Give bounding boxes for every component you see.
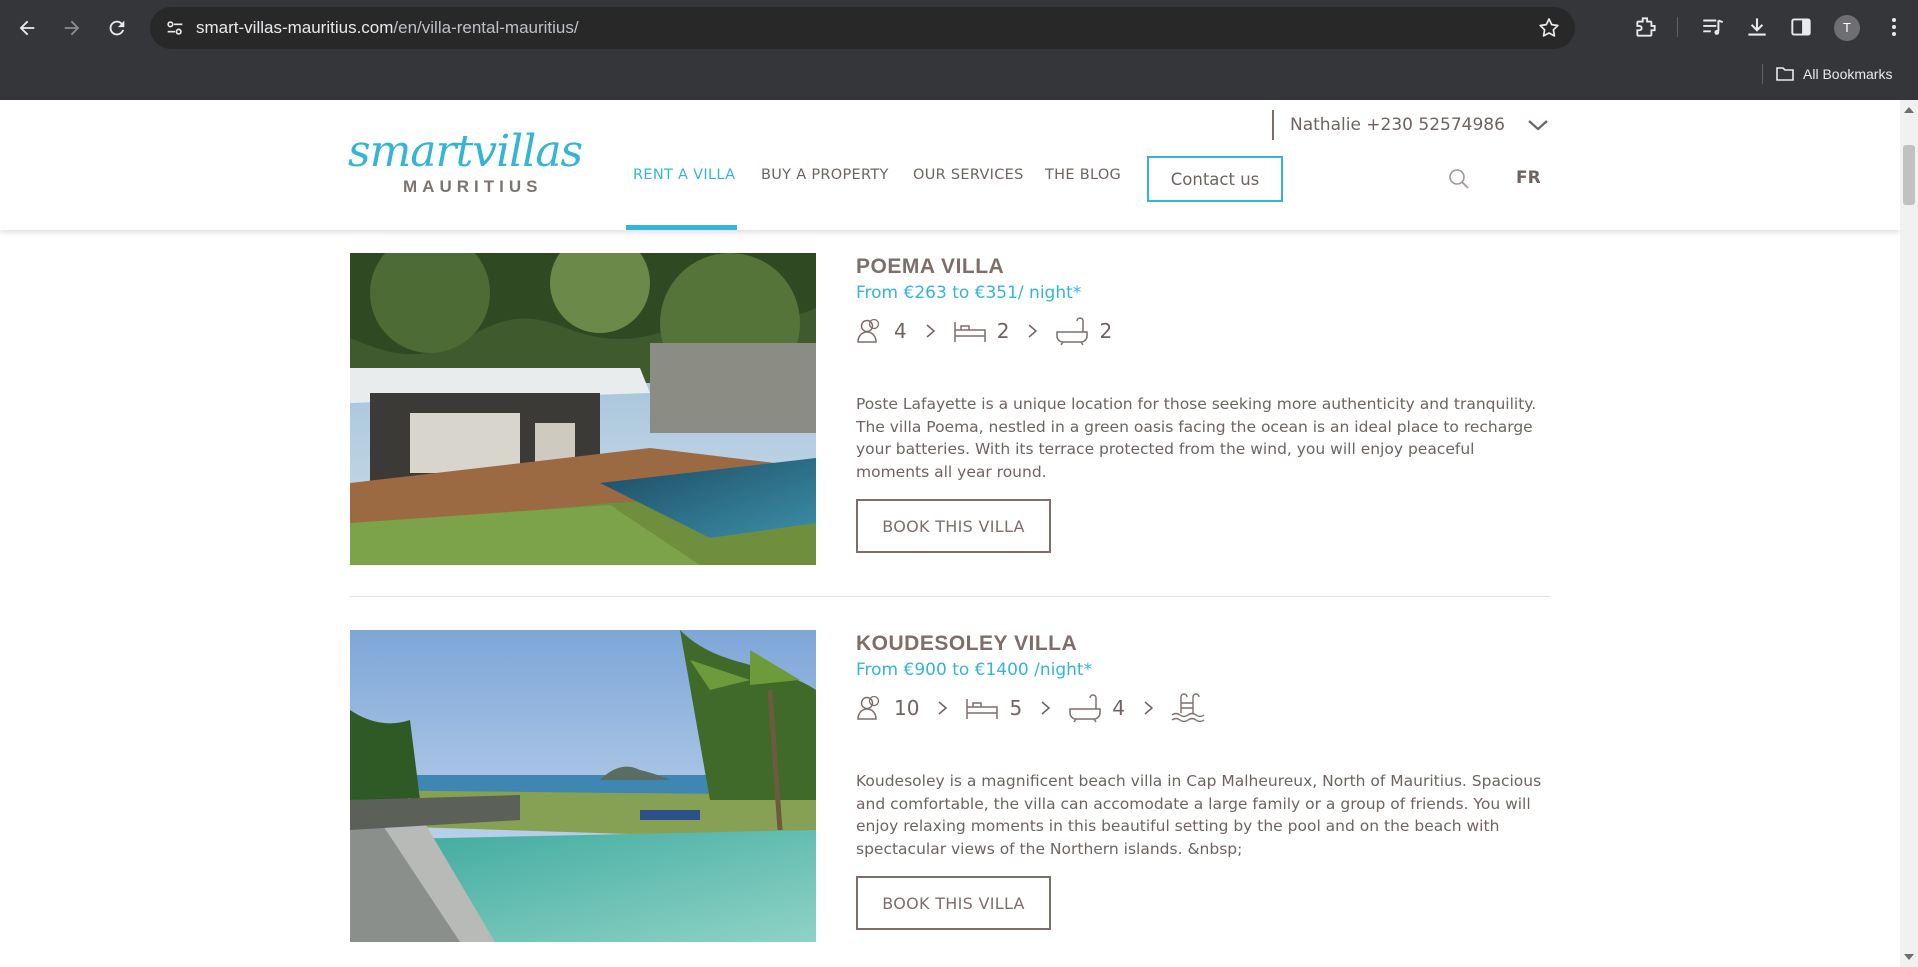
browser-menu-icon[interactable] [1884,14,1904,40]
logo-wordmark: smartvillas [348,126,583,177]
nav-rent-a-villa[interactable]: RENT A VILLA [633,167,735,183]
active-nav-indicator [626,225,737,230]
address-bar[interactable]: smart-villas-mauritius.com/en/villa-rent… [150,7,1575,49]
url-text: smart-villas-mauritius.com/en/villa-rent… [196,7,579,49]
extensions-icon[interactable] [1633,14,1659,40]
forward-button[interactable] [54,10,90,46]
profile-avatar[interactable]: T [1834,15,1860,41]
browser-toolbar: smart-villas-mauritius.com/en/villa-rent… [0,0,1918,100]
page-scrollbar[interactable] [1900,100,1918,967]
nav-buy-a-property[interactable]: BUY A PROPERTY [761,167,889,183]
contact-us-button[interactable]: Contact us [1147,156,1283,202]
back-arrow-icon [19,20,35,36]
chevron-right-icon [1041,701,1051,715]
guests-icon [857,695,880,720]
guests-icon [857,318,880,343]
scroll-up-arrow-icon[interactable] [1903,105,1915,115]
villa-info: POEMA VILLA From €263 to €351/ night* 4 … [856,253,1550,554]
villa-title[interactable]: KOUDESOLEY VILLA [856,630,1550,658]
villa-features: 10 5 4 [856,686,1550,730]
scrollbar-thumb[interactable] [1903,145,1915,205]
bedrooms-count: 2 [996,319,1010,343]
chevron-right-icon [1028,324,1038,338]
media-controls-icon[interactable] [1700,14,1726,40]
book-this-villa-button[interactable]: BOOK THIS VILLA [856,499,1051,554]
villa-infinity-pool-image [350,630,816,942]
villa-title[interactable]: POEMA VILLA [856,253,1550,281]
smartvillas-logo[interactable]: smartvillas MAURITIUS [348,127,593,197]
reload-button[interactable] [99,10,135,46]
bedrooms-count: 5 [1009,696,1023,720]
url-host: smart-villas-mauritius.com [196,18,394,37]
side-panel-icon[interactable] [1788,14,1814,40]
site-settings-icon [167,21,183,35]
listing-divider [350,596,1550,597]
bathrooms-count: 2 [1099,319,1113,343]
scroll-down-arrow-icon[interactable] [1903,952,1915,962]
back-button[interactable] [9,10,45,46]
guests-count: 10 [894,696,920,720]
bed-icon [953,322,986,342]
chevron-right-icon [938,701,948,715]
bookmark-star-icon[interactable] [1537,16,1561,40]
url-path: /en/villa-rental-mauritius/ [393,18,579,37]
forward-arrow-icon [64,20,80,36]
download-icon[interactable] [1744,14,1770,40]
folder-icon [1776,67,1794,81]
villa-info: KOUDESOLEY VILLA From €900 to €1400 /nig… [856,630,1550,931]
villa-card: POEMA VILLA From €263 to €351/ night* 4 … [350,253,1550,573]
bathrooms-count: 4 [1112,696,1125,720]
villa-price: From €900 to €1400 /night* [856,660,1093,680]
chevron-down-icon [1528,120,1548,131]
villa-terrace-pool-image [350,253,816,565]
chevron-right-icon [926,324,935,338]
poema-villa-photo[interactable] [350,253,816,565]
language-switch[interactable]: FR [1516,168,1541,188]
villa-price: From €263 to €351/ night* [856,283,1082,303]
agent-contact-text: Nathalie +230 52574986 [1290,115,1505,135]
site-header: smartvillas MAURITIUS Nathalie +230 5257… [0,100,1900,230]
book-this-villa-button[interactable]: BOOK THIS VILLA [856,876,1051,931]
toolbar-divider [1677,17,1678,37]
bookmarks-divider [1762,64,1763,84]
koudesoley-villa-photo[interactable] [350,630,816,942]
villa-card: KOUDESOLEY VILLA From €900 to €1400 /nig… [350,630,1550,950]
agent-contact-dropdown[interactable]: Nathalie +230 52574986 [1272,110,1549,140]
reload-icon [109,20,125,36]
villa-features: 4 2 2 [856,309,1550,353]
search-icon[interactable] [1448,168,1470,190]
nav-the-blog[interactable]: THE BLOG [1045,167,1121,183]
all-bookmarks-button[interactable]: All Bookmarks [1775,62,1892,86]
chevron-right-icon [1144,701,1154,715]
web-page: smartvillas MAURITIUS Nathalie +230 5257… [0,100,1900,967]
pool-icon [1171,693,1205,723]
nav-our-services[interactable]: OUR SERVICES [913,167,1024,183]
villa-description: Koudesoley is a magnificent beach villa … [856,772,1542,858]
all-bookmarks-label: All Bookmarks [1803,66,1893,82]
guests-count: 4 [894,319,907,343]
bed-icon [966,699,999,719]
bathtub-icon [1069,694,1101,723]
villa-description: Poste Lafayette is a unique location for… [856,395,1537,481]
bathtub-icon [1056,317,1089,346]
logo-subtitle: MAURITIUS [403,177,543,196]
